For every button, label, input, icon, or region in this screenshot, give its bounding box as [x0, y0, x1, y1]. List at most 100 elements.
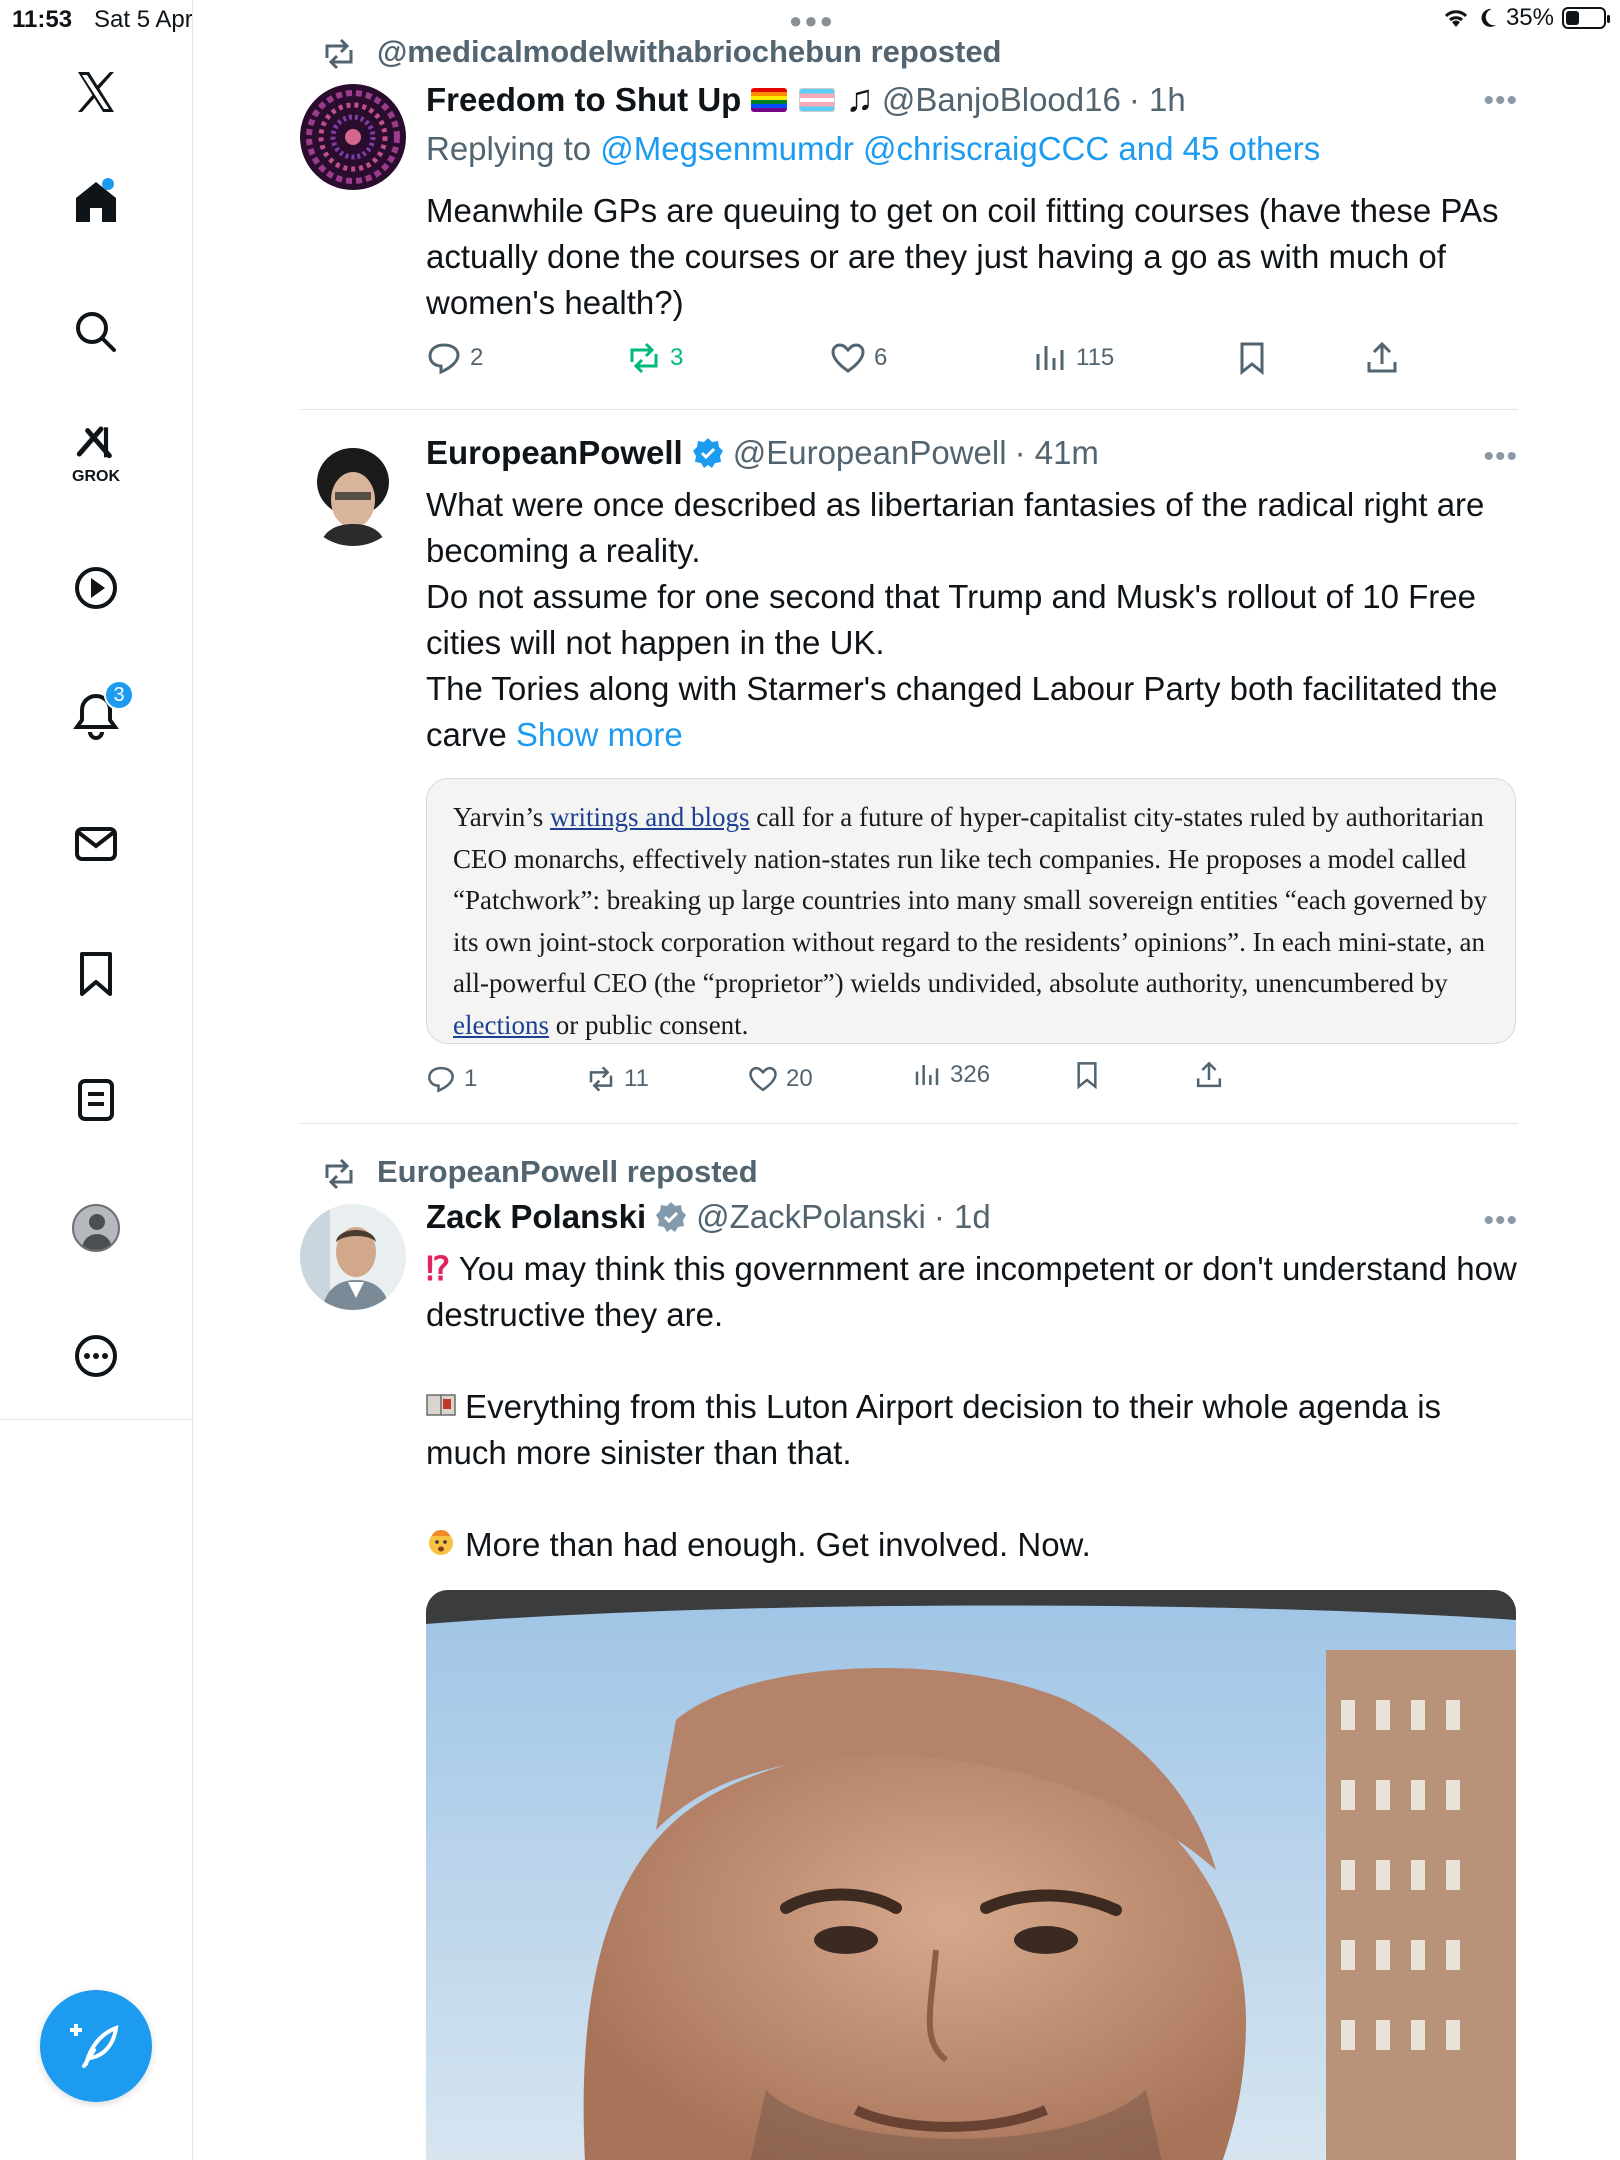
verified-badge-icon — [656, 1202, 687, 1232]
like-count: 20 — [786, 1065, 813, 1092]
tweet-header: Zack Polanski @ZackPolanski · 1d — [426, 1198, 991, 1236]
bookmark-button[interactable] — [1234, 340, 1270, 376]
tweet-divider — [300, 1123, 1518, 1124]
repost-icon — [325, 38, 353, 70]
handle[interactable]: @BanjoBlood16 — [882, 81, 1121, 119]
multitasking-dots-icon[interactable]: ●●● — [789, 8, 835, 34]
like-button[interactable]: 6 — [830, 340, 887, 376]
avatar[interactable] — [300, 440, 406, 546]
reply-icon — [428, 1066, 454, 1093]
tweet-paragraph-text: You may think this government are incomp… — [426, 1250, 1517, 1333]
verified-badge-icon — [692, 438, 723, 468]
views-chart-icon — [1036, 346, 1064, 370]
wifi-icon — [1444, 10, 1468, 27]
tweet-paragraph: ⁉ You may think this government are inco… — [426, 1246, 1518, 1338]
search-icon[interactable] — [66, 302, 126, 362]
more-options-icon[interactable]: ••• — [1483, 84, 1518, 118]
moon-icon — [1481, 8, 1496, 27]
compose-feather-icon — [70, 2024, 119, 2068]
quote-link: elections — [453, 1009, 549, 1040]
x-logo-icon[interactable] — [66, 62, 126, 122]
repost-icon — [589, 1066, 613, 1092]
bookmark-button[interactable] — [1072, 1060, 1102, 1090]
more-options-icon[interactable]: ••• — [1483, 440, 1518, 474]
quote-text: or public consent. — [548, 1009, 749, 1040]
messages-icon[interactable] — [66, 814, 126, 874]
video-icon[interactable] — [66, 558, 126, 618]
like-button[interactable]: 20 — [748, 1064, 813, 1094]
battery-percent: 35% — [1505, 4, 1554, 31]
bookmarks-icon[interactable] — [66, 944, 126, 1004]
video-player[interactable] — [426, 1590, 1516, 2160]
home-unread-dot — [102, 178, 114, 190]
display-name[interactable]: EuropeanPowell — [426, 434, 683, 472]
handle[interactable]: @ZackPolanski — [696, 1198, 926, 1236]
more-icon[interactable] — [66, 1326, 126, 1386]
reply-icon — [428, 343, 460, 375]
replying-to-users[interactable]: @Megsenmumdr @chriscraigCCC and 45 other… — [600, 130, 1320, 167]
timestamp: · 41m — [1014, 434, 1099, 471]
trans-flag-icon — [799, 87, 836, 112]
repost-icon — [325, 1158, 353, 1190]
tweet-paragraph: More than had enough. Get involved. Now. — [426, 1522, 1518, 1568]
more-options-icon[interactable]: ••• — [1483, 1204, 1518, 1238]
view-count: 115 — [1076, 344, 1115, 371]
views-button[interactable]: 115 — [1032, 340, 1114, 376]
video-thumbnail — [426, 1590, 1516, 2160]
timestamp: · 1d — [933, 1198, 991, 1235]
views-button[interactable]: 326 — [912, 1060, 990, 1090]
like-count: 6 — [874, 344, 888, 371]
share-button[interactable] — [1364, 340, 1400, 376]
reply-button[interactable]: 1 — [426, 1064, 477, 1094]
heart-icon — [749, 1066, 777, 1092]
reply-count: 2 — [470, 344, 484, 371]
tweet-header: Freedom to Shut Up ♫ @BanjoBlood16 · 1h — [426, 78, 1186, 121]
exploding-head-icon — [426, 1522, 456, 1568]
bookmark-icon — [1240, 342, 1264, 376]
tweet-text: Meanwhile GPs are queuing to get on coil… — [426, 192, 1499, 321]
share-button[interactable] — [1194, 1060, 1224, 1090]
sidebar-divider — [0, 1419, 193, 1420]
avatar[interactable] — [300, 84, 406, 190]
compose-button[interactable] — [40, 1990, 152, 2102]
display-name[interactable]: Freedom to Shut Up — [426, 81, 741, 119]
display-name[interactable]: Zack Polanski — [426, 1198, 646, 1236]
show-more-link[interactable]: Show more — [516, 716, 683, 753]
share-icon — [1367, 341, 1397, 373]
quoted-image-card[interactable]: Yarvin’s writings and blogs call for a f… — [426, 778, 1516, 1044]
view-count: 326 — [950, 1061, 991, 1088]
tweet-text-line: The Tories along with Starmer's changed … — [426, 666, 1518, 758]
notifications-icon[interactable]: 3 — [66, 680, 134, 746]
repost-indicator[interactable]: @medicalmodelwithabriochebun reposted — [325, 34, 1002, 70]
repost-by-text: EuropeanPowell reposted — [377, 1154, 758, 1189]
replying-to-label: Replying to — [426, 130, 601, 167]
notifications-badge: 3 — [104, 680, 134, 710]
home-icon[interactable] — [66, 172, 126, 232]
reply-button[interactable]: 2 — [426, 340, 483, 376]
profile-icon[interactable] — [66, 1198, 126, 1258]
avatar[interactable] — [300, 1204, 406, 1310]
repost-count: 11 — [624, 1065, 649, 1092]
tweet-header: EuropeanPowell @EuropeanPowell · 41m — [426, 434, 1099, 472]
sidebar: GROK 3 — [0, 0, 193, 2160]
quote-link: writings and blogs — [550, 802, 750, 832]
repost-button[interactable]: 11 — [586, 1064, 649, 1094]
repost-indicator[interactable]: EuropeanPowell reposted — [325, 1154, 758, 1190]
quote-text: Yarvin’s — [453, 802, 551, 832]
handle[interactable]: @EuropeanPowell — [733, 434, 1007, 472]
reply-count: 1 — [464, 1065, 478, 1092]
lists-icon[interactable] — [66, 1070, 126, 1130]
repost-button[interactable]: 3 — [626, 340, 683, 376]
music-note-icon: ♫ — [845, 78, 874, 120]
views-chart-icon — [915, 1065, 939, 1085]
grok-label: GROK — [72, 468, 120, 485]
tweet-text-line: What were once described as libertarian … — [426, 486, 1485, 569]
timestamp: · 1h — [1128, 80, 1186, 118]
share-icon — [1196, 1061, 1222, 1088]
grok-icon[interactable]: GROK — [66, 424, 126, 485]
tweet-paragraph-text: Everything from this Luton Airport decis… — [426, 1388, 1442, 1471]
heart-icon — [831, 343, 865, 373]
tweet-paragraph: Everything from this Luton Airport decis… — [426, 1384, 1518, 1476]
